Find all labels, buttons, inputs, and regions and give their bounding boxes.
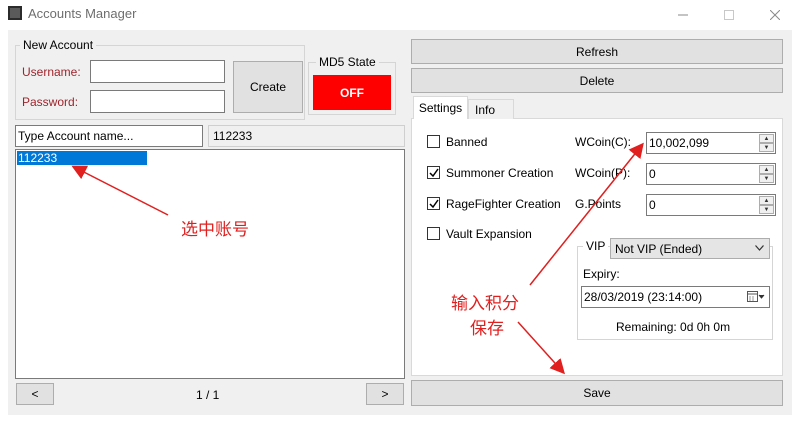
arrow-to-wcoin <box>529 142 644 286</box>
annotation-select-account: 选中账号 <box>181 220 249 240</box>
arrow-to-account <box>71 165 169 216</box>
arrow-to-save <box>517 321 566 375</box>
annotation-arrows <box>71 142 644 375</box>
annotation-enter-points: 输入积分 <box>451 294 519 314</box>
annotation-save: 保存 <box>470 319 504 339</box>
